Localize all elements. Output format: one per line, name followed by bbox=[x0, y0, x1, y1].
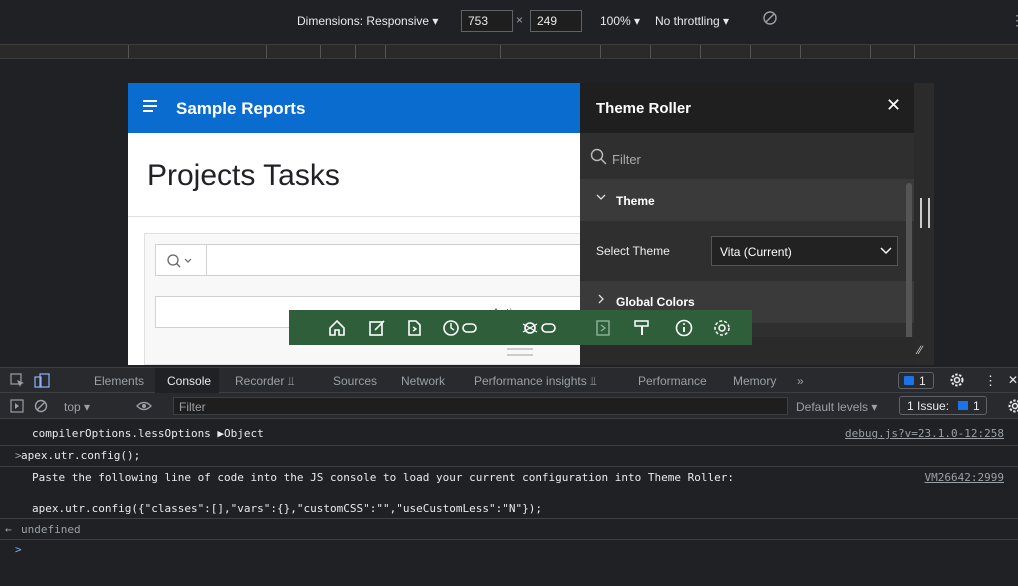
height-input[interactable]: 249 bbox=[530, 10, 582, 32]
tab-performance-insights[interactable]: Performance insights ⫫ bbox=[474, 374, 597, 389]
theme-roller-title: Theme Roller bbox=[596, 100, 692, 117]
tab-recorder[interactable]: Recorder ⫫ bbox=[235, 374, 294, 389]
rotate-icon[interactable] bbox=[762, 10, 778, 26]
app-title[interactable]: Sample Reports bbox=[176, 99, 305, 119]
width-input[interactable]: 753 bbox=[461, 10, 513, 32]
prompt-caret-icon: > bbox=[15, 543, 22, 556]
section-theme[interactable]: Theme bbox=[580, 179, 915, 221]
return-value-icon: ← bbox=[5, 523, 12, 536]
devtools-tabbar: Elements Console Recorder ⫫ Sources Netw… bbox=[0, 367, 1018, 393]
interactive-report: Actions ∨ bbox=[144, 233, 581, 365]
new-page-icon[interactable] bbox=[404, 318, 424, 338]
device-toolbar: Dimensions: Responsive ▾ 753 × 249 100% … bbox=[0, 0, 1018, 44]
select-theme-dropdown[interactable]: Vita (Current) bbox=[711, 236, 898, 266]
search-icon bbox=[590, 148, 607, 165]
scrollbar[interactable] bbox=[906, 183, 912, 343]
theme-roller-icon[interactable] bbox=[632, 318, 652, 338]
session-icon[interactable] bbox=[442, 318, 478, 338]
throttling-dropdown[interactable]: No throttling ▾ bbox=[655, 14, 729, 28]
theme-roller-header: Theme Roller ✕ bbox=[580, 83, 915, 133]
clear-console-icon[interactable] bbox=[34, 399, 48, 413]
source-link[interactable]: VM26642:2999 bbox=[925, 471, 1004, 484]
dimensions-dropdown[interactable]: Dimensions: Responsive ▾ bbox=[297, 14, 438, 28]
settings-icon[interactable] bbox=[950, 373, 964, 387]
hamburger-icon[interactable] bbox=[143, 100, 157, 115]
media-query-ruler bbox=[0, 44, 1018, 59]
app-header: Sample Reports bbox=[128, 83, 580, 133]
context-selector[interactable]: top ▾ bbox=[64, 400, 90, 414]
customize-icon[interactable]: ⋮ bbox=[984, 373, 997, 389]
home-icon[interactable] bbox=[327, 318, 347, 338]
eye-icon[interactable] bbox=[136, 400, 152, 412]
inspect-element-icon[interactable] bbox=[10, 373, 26, 389]
apex-developer-toolbar bbox=[289, 310, 752, 345]
select-theme-value: Vita (Current) bbox=[720, 245, 792, 259]
close-icon[interactable]: ✕ bbox=[886, 95, 901, 116]
quick-sql-icon[interactable] bbox=[593, 318, 613, 338]
tab-memory[interactable]: Memory bbox=[733, 374, 776, 388]
resize-grip[interactable] bbox=[920, 198, 930, 228]
divider bbox=[128, 216, 580, 217]
gear-icon[interactable] bbox=[712, 318, 732, 338]
default-levels-dropdown[interactable]: Default levels ▾ bbox=[796, 400, 877, 414]
console-output: compilerOptions.lessOptions ▶Object debu… bbox=[0, 419, 1018, 586]
drag-handle[interactable] bbox=[507, 348, 533, 356]
debug-icon[interactable] bbox=[521, 318, 557, 338]
console-settings-icon[interactable] bbox=[1008, 399, 1018, 413]
message-icon bbox=[904, 376, 914, 385]
info-icon[interactable] bbox=[674, 318, 694, 338]
messages-badge[interactable]: 1 bbox=[898, 372, 934, 389]
more-options-icon[interactable]: ⋮ bbox=[1010, 12, 1018, 29]
issues-button[interactable]: 1 Issue: 1 bbox=[899, 396, 987, 415]
zoom-dropdown[interactable]: 100% ▾ bbox=[600, 14, 640, 28]
tab-sources[interactable]: Sources bbox=[333, 374, 377, 388]
resize-corner-icon[interactable]: ∕∕ bbox=[918, 343, 922, 357]
edit-page-icon[interactable] bbox=[367, 318, 387, 338]
tab-console[interactable]: Console bbox=[167, 374, 211, 388]
console-filter-input[interactable]: Filter bbox=[173, 397, 788, 415]
chevron-down-icon bbox=[596, 194, 606, 200]
report-search-field[interactable] bbox=[155, 244, 581, 276]
tab-performance[interactable]: Performance bbox=[638, 374, 707, 388]
issue-icon bbox=[958, 401, 968, 410]
console-toolbar: top ▾ Filter Default levels ▾ 1 Issue: 1 bbox=[0, 393, 1018, 419]
device-toggle-icon[interactable] bbox=[34, 373, 50, 389]
chevron-right-icon bbox=[598, 294, 604, 304]
tab-elements[interactable]: Elements bbox=[94, 374, 144, 388]
section-theme-label: Theme bbox=[616, 194, 655, 208]
select-theme-label: Select Theme bbox=[596, 244, 670, 258]
chevron-down-icon bbox=[880, 247, 892, 254]
section-global-colors-label: Global Colors bbox=[616, 295, 695, 309]
select-theme-row: Select Theme Vita (Current) bbox=[580, 221, 915, 281]
times-sign: × bbox=[516, 13, 524, 27]
filter-placeholder: Filter bbox=[612, 152, 641, 167]
close-devtools-icon[interactable]: ✕ bbox=[1008, 373, 1018, 387]
search-column-icon[interactable] bbox=[166, 253, 196, 269]
tab-network[interactable]: Network bbox=[401, 374, 445, 388]
source-link[interactable]: debug.js?v=23.1.0-12:258 bbox=[845, 427, 1004, 440]
page-title: Projects Tasks bbox=[147, 159, 340, 192]
more-tabs-icon[interactable]: » bbox=[797, 374, 804, 388]
theme-roller-filter[interactable]: Filter bbox=[590, 144, 890, 174]
sidebar-toggle-icon[interactable] bbox=[10, 399, 24, 413]
